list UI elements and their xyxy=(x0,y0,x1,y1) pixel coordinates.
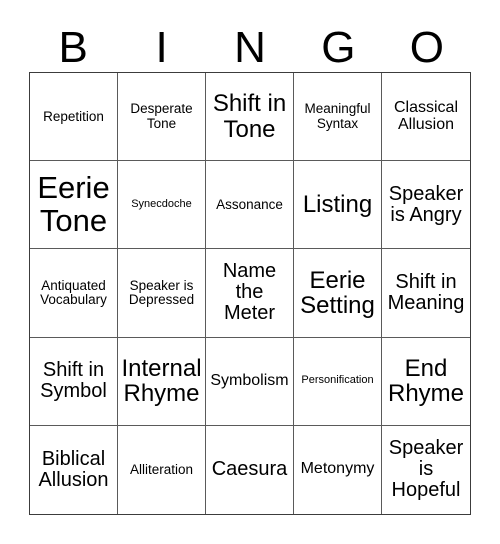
bingo-cell-label: Synecdoche xyxy=(131,198,192,211)
bingo-cell-label: Repetition xyxy=(43,108,104,124)
bingo-cell[interactable]: Speaker is Hopeful xyxy=(382,425,470,514)
bingo-cell-label: End Rhyme xyxy=(387,355,465,408)
bingo-cell-label: Shift in Meaning xyxy=(387,270,465,314)
bingo-cell-label: Antiquated Vocabulary xyxy=(40,277,107,307)
bingo-cell[interactable]: Caesura xyxy=(206,425,294,514)
bingo-cell[interactable]: Assonance xyxy=(206,161,294,250)
bingo-cell-label: Desperate Tone xyxy=(130,101,193,131)
bingo-cell-label: Metonymy xyxy=(300,460,375,478)
bingo-cell[interactable]: Speaker is Depressed xyxy=(118,249,206,338)
bingo-cell[interactable]: Desperate Tone xyxy=(118,73,206,162)
bingo-cell[interactable]: Listing xyxy=(294,161,382,250)
bingo-cell[interactable]: Symbolism xyxy=(206,337,294,426)
bingo-cell[interactable]: Shift in Symbol xyxy=(30,337,118,426)
bingo-cell-label: Shift in Symbol xyxy=(40,359,107,403)
bingo-header-letter-o: O xyxy=(409,23,444,72)
bingo-cell-label: Classical Allusion xyxy=(393,98,458,133)
bingo-cell-label: Biblical Allusion xyxy=(38,447,109,491)
bingo-cell-label: Symbolism xyxy=(210,371,289,389)
bingo-cell[interactable]: Eerie Setting xyxy=(294,249,382,338)
bingo-cell-label: Eerie Tone xyxy=(37,170,110,238)
bingo-cell-label: Caesura xyxy=(211,458,288,481)
bingo-cell[interactable]: Metonymy xyxy=(294,425,382,514)
bingo-cell[interactable]: Classical Allusion xyxy=(382,73,470,162)
bingo-cell-label: Eerie Setting xyxy=(300,266,375,319)
bingo-cell-label: Speaker is Depressed xyxy=(128,277,195,307)
bingo-cell[interactable]: Shift in Tone xyxy=(206,73,294,162)
bingo-cell[interactable]: Eerie Tone xyxy=(30,161,118,250)
bingo-cell[interactable]: Meaningful Syntax xyxy=(294,73,382,162)
bingo-cell[interactable]: End Rhyme xyxy=(382,337,470,426)
bingo-cell[interactable]: Name the Meter xyxy=(206,249,294,338)
bingo-cell-label: Listing xyxy=(302,191,373,219)
bingo-header-letter-i: I xyxy=(155,23,168,72)
bingo-cell[interactable]: Biblical Allusion xyxy=(30,425,118,514)
bingo-cell[interactable]: Personification xyxy=(294,337,382,426)
bingo-cell-label: Alliteration xyxy=(129,461,194,477)
bingo-grid: Repetition Desperate Tone Shift in Tone … xyxy=(29,72,471,515)
bingo-cell-label: Personification xyxy=(301,374,374,387)
bingo-header-row: B I N G O xyxy=(29,16,471,72)
bingo-cell-label: Meaningful Syntax xyxy=(304,101,371,131)
bingo-cell[interactable]: Speaker is Angry xyxy=(382,161,470,250)
bingo-cell-label: Name the Meter xyxy=(222,260,277,325)
bingo-cell[interactable]: Internal Rhyme xyxy=(118,337,206,426)
bingo-cell[interactable]: Repetition xyxy=(30,73,118,162)
bingo-cell-label: Speaker is Angry xyxy=(388,182,464,226)
bingo-header-letter-b: B xyxy=(58,23,88,72)
bingo-header-letter-g: G xyxy=(321,23,356,72)
bingo-cell-label: Assonance xyxy=(216,196,283,212)
bingo-cell[interactable]: Synecdoche xyxy=(118,161,206,250)
bingo-header-letter-n: N xyxy=(234,23,266,72)
bingo-cell-label: Internal Rhyme xyxy=(121,355,202,408)
bingo-cell[interactable]: Shift in Meaning xyxy=(382,249,470,338)
bingo-cell-label: Shift in Tone xyxy=(212,90,287,143)
bingo-cell[interactable]: Antiquated Vocabulary xyxy=(30,249,118,338)
bingo-cell-label: Speaker is Hopeful xyxy=(388,437,464,502)
bingo-card: B I N G O Repetition Desperate Tone Shif… xyxy=(0,0,500,544)
bingo-cell[interactable]: Alliteration xyxy=(118,425,206,514)
